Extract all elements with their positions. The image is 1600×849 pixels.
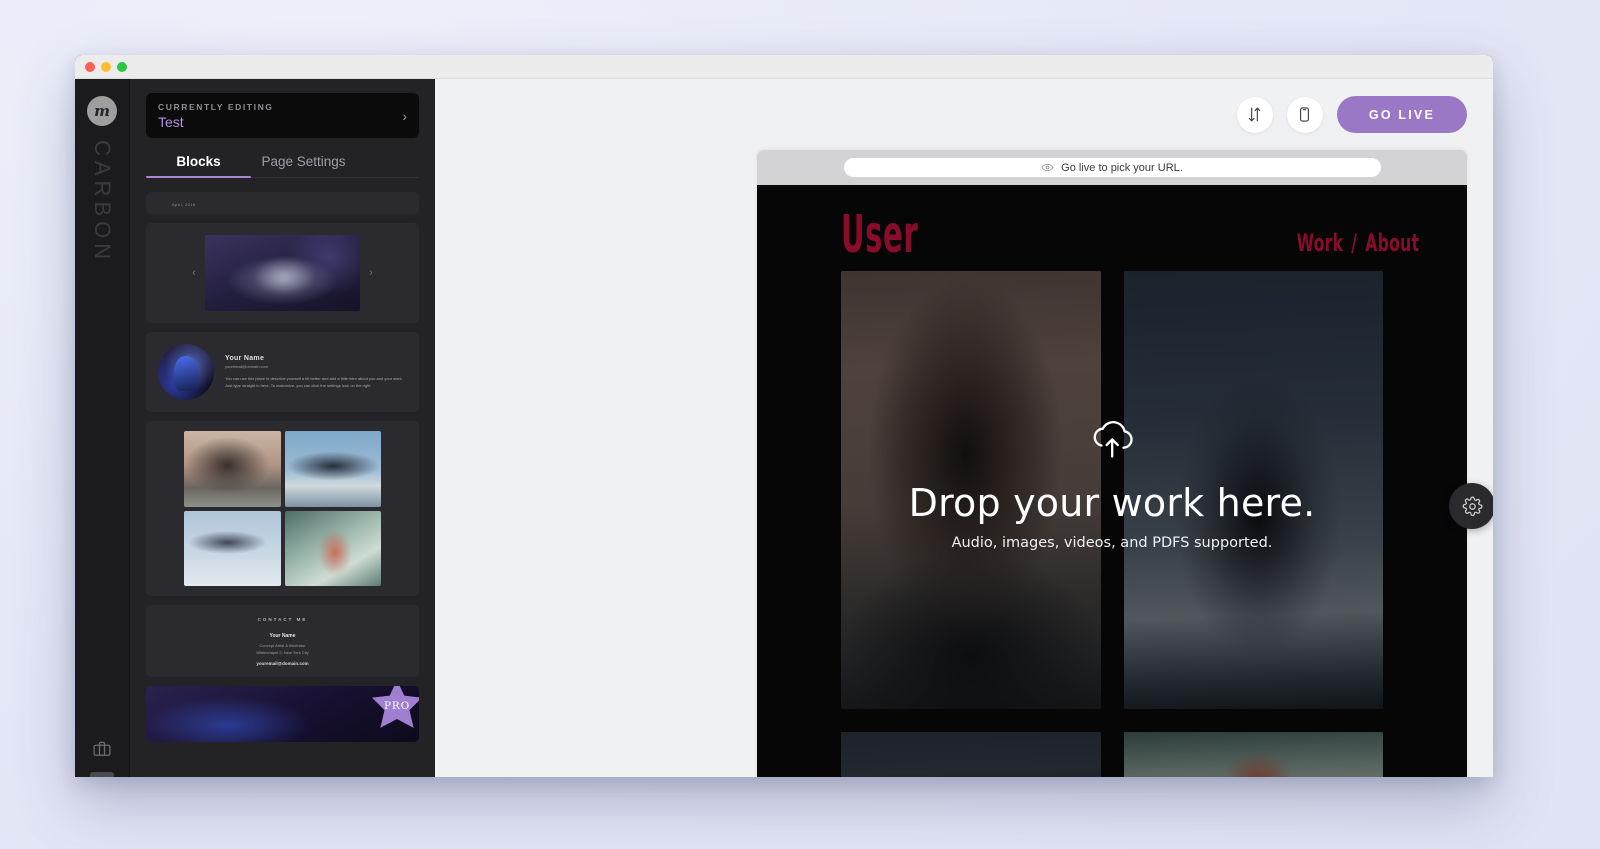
window-maximize-button[interactable] [117, 61, 127, 72]
gallery-tile[interactable] [841, 271, 1101, 710]
contact-title: CONTACT ME [257, 616, 308, 622]
editor-toolbar: GO LIVE [435, 79, 1493, 150]
gallery-tile[interactable] [841, 732, 1101, 777]
site-nav-about[interactable]: About [1365, 229, 1419, 257]
contact-location: Whitechapel 2, New York City [256, 649, 309, 655]
app-window: m CARBON CURRENTLY EDITING Test › Blocks… [75, 55, 1493, 777]
gallery-grid-thumbnail [184, 431, 381, 586]
gallery-thumb-4 [284, 510, 381, 586]
site-logo[interactable]: User [841, 209, 918, 261]
avatar [158, 344, 214, 400]
pro-badge: PRO [372, 686, 419, 728]
about-body: You can use this place to describe yours… [225, 376, 403, 388]
site-nav-separator: / [1350, 229, 1357, 258]
list-item[interactable]: CONTACT ME Your Name Concept Artist & Il… [146, 605, 419, 677]
eye-icon [1041, 161, 1054, 174]
briefcase-icon[interactable] [75, 726, 129, 772]
contact-email: youremail@domain.com [256, 660, 309, 666]
preview-url-bar: Go live to pick your URL. [757, 150, 1467, 185]
currently-editing-value: Test [158, 113, 184, 130]
gallery-tile[interactable] [1123, 732, 1383, 777]
rendered-site: User Work / About Drop your work here. A… [757, 185, 1467, 777]
brand-logo-letter: m [94, 102, 110, 120]
site-header: User Work / About [757, 185, 1467, 261]
gear-icon[interactable] [1449, 483, 1493, 529]
tab-page-settings[interactable]: Page Settings [251, 154, 356, 177]
list-item[interactable]: Your Name youremail@domain.com You can u… [146, 332, 419, 412]
rail-bottom-group [75, 726, 129, 777]
site-gallery-grid [757, 257, 1467, 777]
blocks-panel: CURRENTLY EDITING Test › Blocks Page Set… [130, 79, 435, 777]
gallery-tile[interactable] [1123, 271, 1383, 710]
brand-wordmark: CARBON [90, 140, 115, 265]
site-nav: Work / About [1296, 229, 1419, 257]
brand-logo-icon[interactable]: m [87, 96, 117, 126]
site-preview-frame: Go live to pick your URL. User Work / Ab… [757, 150, 1467, 777]
list-item[interactable] [146, 421, 419, 596]
carousel-prev-icon[interactable]: ‹ [183, 267, 205, 279]
window-minimize-button[interactable] [101, 61, 111, 72]
block-list: April, 2018 ‹ › Your Name youremail@doma… [146, 192, 419, 742]
gallery-thumb-2 [284, 431, 381, 507]
panel-tabs: Blocks Page Settings [146, 154, 419, 178]
gallery-thumb-3 [184, 510, 281, 586]
about-block-text: Your Name youremail@domain.com You can u… [225, 355, 407, 389]
tab-blocks[interactable]: Blocks [146, 154, 251, 178]
list-item[interactable]: ‹ › [146, 223, 419, 323]
contact-role: Concept Artist & Illustrator [259, 642, 306, 648]
list-item[interactable]: April, 2018 [146, 192, 419, 214]
block-caption: April, 2018 [172, 202, 196, 207]
rail-collapsed-item[interactable] [90, 772, 114, 777]
carousel-next-icon[interactable]: › [360, 267, 382, 279]
app-body: m CARBON CURRENTLY EDITING Test › Blocks… [75, 79, 1493, 777]
chevron-right-icon[interactable]: › [402, 109, 407, 123]
editor-area: GO LIVE Go live to pick your URL. User W… [435, 79, 1493, 777]
currently-editing-label: CURRENTLY EDITING [158, 101, 274, 112]
gallery-thumb-1 [184, 431, 281, 507]
go-live-button[interactable]: GO LIVE [1336, 96, 1467, 133]
contact-name: Your Name [269, 632, 296, 639]
left-rail: m CARBON [75, 79, 130, 777]
window-close-button[interactable] [85, 61, 95, 72]
list-item[interactable]: PRO [146, 686, 419, 742]
mobile-preview-icon[interactable] [1286, 96, 1323, 133]
currently-editing-card[interactable]: CURRENTLY EDITING Test › [146, 93, 419, 138]
sort-arrows-icon[interactable] [1236, 96, 1273, 133]
url-placeholder-text: Go live to pick your URL. [1061, 161, 1183, 174]
currently-editing-text: CURRENTLY EDITING Test [158, 102, 274, 130]
url-input[interactable]: Go live to pick your URL. [843, 158, 1381, 177]
about-name: Your Name [225, 355, 265, 362]
carousel-image [205, 235, 360, 311]
window-titlebar [75, 55, 1493, 79]
site-nav-work[interactable]: Work [1296, 229, 1343, 257]
about-email: youremail@domain.com [225, 364, 269, 369]
